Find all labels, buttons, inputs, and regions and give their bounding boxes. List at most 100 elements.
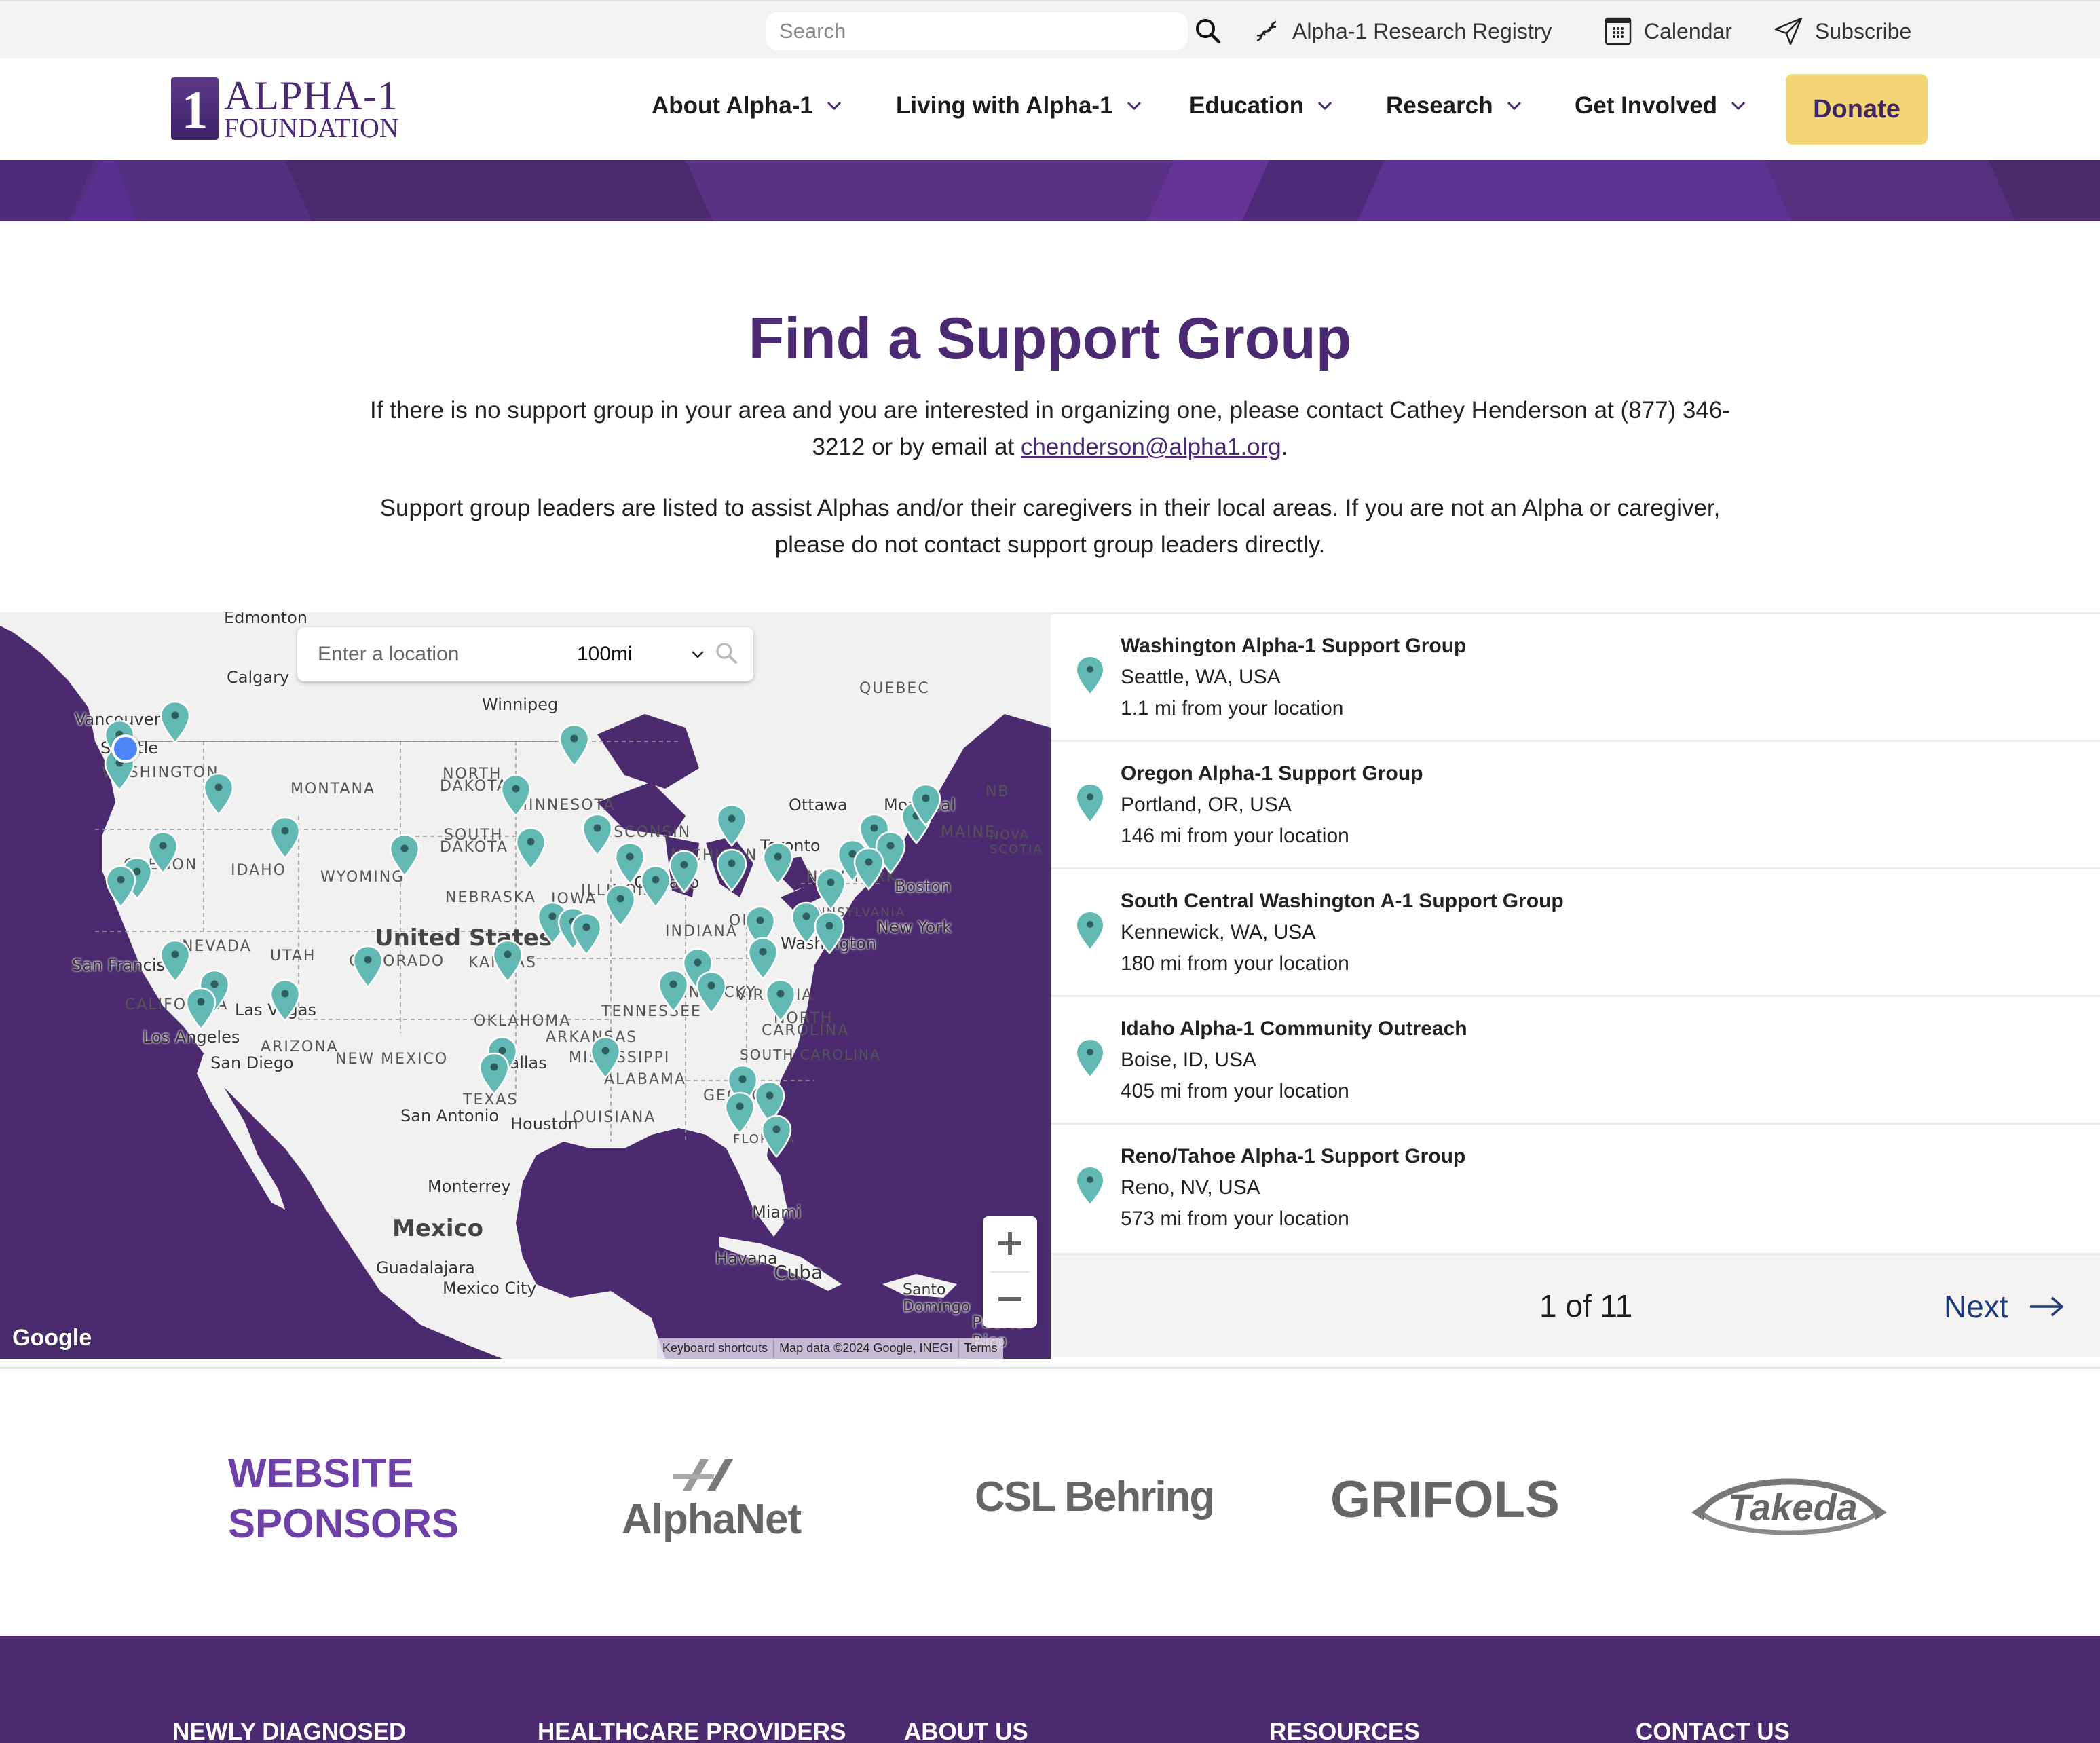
map-pin[interactable] [559,724,590,767]
support-group-map[interactable]: Edmonton Calgary Vancouver Seattle Winni… [0,612,1051,1359]
map-pin[interactable] [479,1052,510,1095]
calendar-link[interactable]: Calendar [1605,15,1732,48]
map-city-label: Havana [715,1249,778,1268]
result-distance: 1.1 mi from your location [1121,697,1344,719]
result-item[interactable]: Idaho Alpha-1 Community Outreach Boise, … [1051,995,2100,1121]
map-state-label: SOUTH CAROLINA [740,1047,881,1063]
map-pin[interactable] [352,945,383,988]
google-logo[interactable]: Google [12,1325,92,1351]
chevron-down-icon [1127,101,1141,111]
sponsor-logo-grifols[interactable]: GRIFOLS [1330,1470,1560,1529]
map-pin[interactable] [765,979,796,1022]
radius-select[interactable]: 100mi [577,638,713,671]
map-pin[interactable] [269,979,301,1022]
result-item[interactable]: Reno/Tahoe Alpha-1 Support Group Reno, N… [1051,1123,2100,1249]
search-icon[interactable] [714,641,738,665]
map-pin[interactable] [640,865,671,908]
map-pin[interactable] [716,804,747,847]
map-pin[interactable] [910,783,941,827]
donate-button[interactable]: Donate [1786,74,1928,145]
map-pin[interactable] [160,700,191,744]
map-pin[interactable] [814,911,845,954]
map-pin[interactable] [669,850,700,893]
result-item[interactable]: South Central Washington A-1 Support Gro… [1051,867,2100,994]
map-city-label: Mexico City [443,1279,537,1298]
zoom-out-button[interactable] [983,1272,1037,1326]
result-name: South Central Washington A-1 Support Gro… [1121,890,1564,912]
map-state-label: NB [986,783,1010,800]
nav-label: Get Involved [1575,92,1718,119]
site-search-input[interactable] [766,12,1188,50]
map-pin[interactable] [571,912,602,956]
map-country-label: United States [375,924,553,952]
footer-link-newly-diagnosed[interactable]: NEWLY DIAGNOSED [172,1719,406,1743]
utility-bar: Alpha-1 Research Registry Calendar Subsc… [0,0,2100,58]
map-city-label: New York [877,918,952,937]
map-city-label: San Diego [210,1053,294,1072]
map-city-label: Miami [752,1203,802,1222]
map-pin[interactable] [747,937,779,980]
research-registry-link[interactable]: Alpha-1 Research Registry [1253,15,1552,48]
decorative-banner [0,160,2100,221]
map-pin[interactable] [761,1114,792,1158]
sponsor-logo-takeda[interactable]: Takeda [1687,1465,1891,1539]
subscribe-label: Subscribe [1815,18,1912,43]
map-pin[interactable] [696,971,727,1014]
next-page-button[interactable]: Next [1944,1288,2064,1326]
page-count: 1 of 11 [1539,1288,1633,1324]
map-pin[interactable] [605,884,636,927]
map-city-label: Los Angeles [143,1028,240,1047]
result-name: Idaho Alpha-1 Community Outreach [1121,1017,1467,1040]
nav-education[interactable]: Education [1189,87,1332,125]
result-address: Boise, ID, USA [1121,1049,1257,1071]
map-pin[interactable] [185,987,217,1030]
nav-label: Research [1386,92,1493,119]
contact-email-link[interactable]: chenderson@alpha1.org [1021,434,1281,460]
results-list: Washington Alpha-1 Support Group Seattle… [1051,612,2100,1359]
map-attribution: Keyboard shortcuts Map data ©2024 Google… [657,1338,1003,1359]
map-pin[interactable] [590,1036,621,1079]
map-pin[interactable] [105,865,136,908]
map-pin[interactable] [160,939,191,983]
alpha1-foundation-logo[interactable]: 1 ALPHA-1 FOUNDATION [171,75,399,142]
alphanet-mark-icon [673,1459,733,1491]
footer-link-about-us[interactable]: ABOUT US [904,1719,1028,1743]
nav-get-involved[interactable]: Get Involved [1575,87,1746,125]
sponsor-logo-csl-behring[interactable]: CSL Behring [975,1473,1215,1521]
sponsor-logo-alphanet[interactable]: AlphaNet [622,1458,802,1543]
map-pin[interactable] [724,1091,755,1135]
location-input[interactable] [318,638,548,671]
result-distance: 573 mi from your location [1121,1207,1349,1230]
map-pin[interactable] [762,842,793,885]
map-pin[interactable] [716,848,747,892]
subscribe-link[interactable]: Subscribe [1774,15,1911,48]
keyboard-shortcuts-link[interactable]: Keyboard shortcuts [657,1338,774,1359]
nav-about-alpha1[interactable]: About Alpha-1 [652,87,842,125]
map-pin[interactable] [582,813,613,857]
footer-link-resources[interactable]: RESOURCES [1269,1719,1420,1743]
chevron-down-icon [692,651,704,658]
nav-living-with-alpha1[interactable]: Living with Alpha-1 [896,87,1142,125]
nav-research[interactable]: Research [1386,87,1522,125]
zoom-in-button[interactable] [983,1216,1037,1271]
map-pin[interactable] [269,816,301,859]
result-item[interactable]: Oregon Alpha-1 Support Group Portland, O… [1051,740,2100,866]
map-pin[interactable] [853,847,884,891]
map-state-label: NOVA SCOTIA [990,828,1043,857]
map-country-label: Mexico [392,1215,483,1242]
terms-link[interactable]: Terms [959,1338,1003,1359]
map-pin[interactable] [492,939,523,983]
result-item[interactable]: Washington Alpha-1 Support Group Seattle… [1051,612,2100,738]
logo-mark: 1 [171,77,219,140]
intro-contact-paragraph: If there is no support group in your are… [367,392,1733,466]
map-pin[interactable] [500,774,531,817]
footer-link-healthcare-providers[interactable]: HEALTHCARE PROVIDERS [538,1719,846,1743]
results-pagination: 1 of 11 Next [1051,1253,2100,1357]
calendar-label: Calendar [1644,18,1732,43]
map-pin[interactable] [389,833,420,877]
search-icon[interactable] [1193,16,1223,46]
map-pin[interactable] [515,827,546,870]
map-pin[interactable] [203,772,234,816]
footer-link-contact-us[interactable]: CONTACT US [1636,1719,1790,1743]
map-pin[interactable] [658,969,689,1013]
